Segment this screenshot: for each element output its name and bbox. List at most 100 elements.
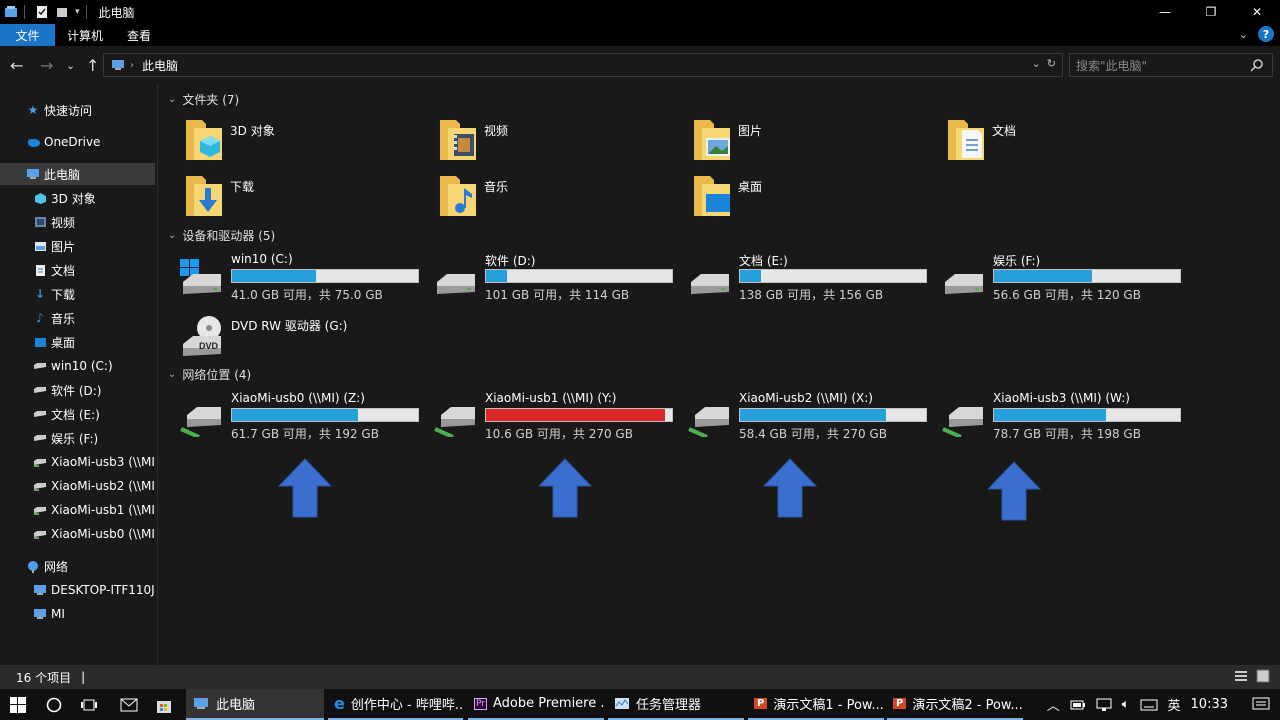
task-view-icon[interactable] — [80, 697, 98, 713]
up-arrow-annotation-icon — [987, 461, 1041, 521]
breadcrumb-chevron-icon[interactable]: › — [130, 60, 134, 71]
quick-access-separator — [24, 5, 25, 19]
taskbar-app-powerpoint-2[interactable]: P 演示文稿2 - Pow... — [887, 689, 1023, 720]
sidebar-item-drive-d[interactable]: 软件 (D:) — [33, 379, 101, 401]
details-view-icon[interactable] — [1234, 669, 1248, 683]
store-icon[interactable] — [155, 696, 173, 714]
capacity-bar — [993, 269, 1181, 283]
sidebar-item-mi[interactable]: MI — [33, 603, 65, 625]
clock[interactable]: 10:33 — [1191, 697, 1228, 712]
network-drive-y[interactable]: XiaoMi-usb1 (\\MI) (Y:) 10.6 GB 可用，共 270… — [433, 391, 683, 443]
powerpoint-icon: P — [754, 698, 768, 709]
drive-f[interactable]: 娱乐 (F:) 56.6 GB 可用，共 120 GB — [941, 252, 1191, 304]
tab-computer[interactable]: 计算机 — [55, 24, 115, 46]
chevron-down-icon[interactable]: ⌄ — [168, 230, 176, 241]
sidebar-item-xiaomi-usb3[interactable]: XiaoMi-usb3 (\\MI — [33, 451, 155, 473]
folder-pictures[interactable]: 图片 — [692, 118, 762, 162]
sidebar-item-videos[interactable]: 视频 — [33, 211, 75, 233]
address-dropdown-icon[interactable]: ⌄ — [1032, 57, 1041, 70]
network-drive-z[interactable]: XiaoMi-usb0 (\\MI) (Z:) 61.7 GB 可用，共 192… — [179, 391, 429, 443]
desktop-icon — [33, 335, 47, 349]
large-icons-view-icon[interactable] — [1256, 669, 1270, 683]
folder-music[interactable]: 音乐 — [438, 174, 508, 218]
show-hidden-icons-icon[interactable]: ︿ — [1047, 695, 1060, 714]
drive-dvd-g[interactable]: DVD DVD RW 驱动器 (G:) — [179, 314, 347, 358]
sidebar-item-drive-e[interactable]: 文档 (E:) — [33, 403, 100, 425]
taskbar-app-edge[interactable]: e 创作中心 - 哔哩哔... — [328, 689, 463, 720]
section-title: 网络位置 (4) — [182, 368, 252, 382]
taskbar-app-powerpoint-1[interactable]: P 演示文稿1 - Pow... — [748, 689, 884, 720]
sidebar-item-drive-c[interactable]: win10 (C:) — [33, 355, 113, 377]
tab-file[interactable]: 文件 — [0, 24, 55, 46]
drive-icon — [33, 359, 47, 373]
section-header-network[interactable]: ⌄ 网络位置 (4) — [168, 366, 251, 383]
folder-downloads[interactable]: 下载 — [184, 174, 254, 218]
folder-3d-objects[interactable]: 3D 对象 — [184, 118, 275, 162]
network-drive-w[interactable]: XiaoMi-usb3 (\\MI) (W:) 78.7 GB 可用，共 198… — [941, 391, 1191, 443]
sidebar-item-drive-f[interactable]: 娱乐 (F:) — [33, 427, 98, 449]
taskbar-app-premiere[interactable]: Pr Adobe Premiere ... — [468, 689, 604, 720]
start-button[interactable] — [10, 697, 26, 713]
item-count: 16 个项目 — [16, 670, 72, 685]
breadcrumb[interactable]: 此电脑 — [142, 57, 178, 74]
help-icon[interactable]: ? — [1258, 26, 1274, 42]
section-header-folders[interactable]: ⌄ 文件夹 (7) — [168, 91, 239, 108]
section-header-drives[interactable]: ⌄ 设备和驱动器 (5) — [168, 227, 275, 244]
folder-documents[interactable]: 文档 — [946, 118, 1016, 162]
maximize-button[interactable]: ❐ — [1188, 0, 1234, 24]
sidebar-item-xiaomi-usb0[interactable]: XiaoMi-usb0 (\\MI — [33, 523, 155, 545]
sidebar-item-xiaomi-usb1[interactable]: XiaoMi-usb1 (\\MI — [33, 499, 155, 521]
forward-icon[interactable]: → — [40, 56, 53, 75]
chevron-down-icon[interactable]: ⌄ — [168, 94, 176, 105]
battery-icon[interactable] — [1070, 699, 1086, 711]
folder-videos-icon — [440, 120, 476, 160]
sidebar-item-documents[interactable]: 文档 — [33, 259, 75, 281]
capacity-bar-fill — [740, 409, 886, 421]
folder-desktop[interactable]: 桌面 — [692, 174, 762, 218]
premiere-icon: Pr — [474, 697, 487, 710]
new-folder-icon[interactable] — [55, 5, 69, 19]
sidebar-item-desktop[interactable]: 桌面 — [33, 331, 75, 353]
chevron-down-icon[interactable]: ⌄ — [168, 369, 176, 380]
mail-icon[interactable] — [120, 698, 138, 712]
sidebar-item-downloads[interactable]: ↓ 下载 — [33, 283, 75, 305]
notifications-icon[interactable] — [1252, 697, 1270, 713]
sidebar-item-this-pc[interactable]: 此电脑 — [0, 163, 155, 185]
keyboard-icon[interactable] — [1140, 699, 1158, 711]
drive-c[interactable]: win10 (C:) 41.0 GB 可用，共 75.0 GB — [179, 252, 429, 304]
title-bar: ▾ 此电脑 — ❐ ✕ — [0, 0, 1280, 24]
network-drive-x[interactable]: XiaoMi-usb2 (\\MI) (X:) 58.4 GB 可用，共 270… — [687, 391, 937, 443]
refresh-icon[interactable]: ↻ — [1047, 57, 1056, 70]
sidebar-item-onedrive[interactable]: OneDrive — [26, 131, 100, 153]
recent-locations-icon[interactable]: ⌄ — [66, 59, 75, 72]
drive-e[interactable]: 文档 (E:) 138 GB 可用，共 156 GB — [687, 252, 937, 304]
close-button[interactable]: ✕ — [1234, 0, 1280, 24]
ime-indicator[interactable]: 英 — [1168, 695, 1181, 714]
folder-videos[interactable]: 视频 — [438, 118, 508, 162]
customize-quick-access-icon[interactable]: ▾ — [75, 7, 80, 17]
search-circle-icon[interactable] — [46, 697, 62, 713]
up-icon[interactable]: ↑ — [86, 56, 99, 75]
tab-view[interactable]: 查看 — [115, 24, 163, 46]
network-icon — [26, 559, 40, 573]
folder-label: 音乐 — [484, 180, 509, 194]
taskbar-app-explorer[interactable]: 此电脑 — [186, 689, 324, 720]
sidebar-item-network[interactable]: 网络 — [26, 555, 68, 577]
taskbar-app-task-manager[interactable]: 任务管理器 — [608, 689, 744, 720]
drive-d[interactable]: 软件 (D:) 101 GB 可用，共 114 GB — [433, 252, 683, 304]
sidebar-item-3d-objects[interactable]: 3D 对象 — [33, 187, 96, 209]
sidebar-item-xiaomi-usb2[interactable]: XiaoMi-usb2 (\\MI — [33, 475, 155, 497]
search-input[interactable]: 搜索"此电脑" — [1069, 53, 1273, 77]
back-icon[interactable]: ← — [10, 56, 23, 75]
network-status-icon[interactable] — [1096, 698, 1112, 712]
sidebar-item-desktop-itf110j[interactable]: DESKTOP-ITF110J — [33, 579, 155, 601]
sidebar-item-pictures[interactable]: 图片 — [33, 235, 75, 257]
search-icon[interactable] — [1250, 58, 1264, 72]
expand-ribbon-icon[interactable]: ⌄ — [1239, 28, 1248, 41]
volume-icon[interactable]: 🔈︎ — [1122, 697, 1130, 712]
properties-icon[interactable] — [35, 5, 49, 19]
sidebar-item-music[interactable]: ♪ 音乐 — [33, 307, 75, 329]
sidebar-item-quick-access[interactable]: ★ 快速访问 — [26, 99, 92, 121]
minimize-button[interactable]: — — [1142, 0, 1188, 24]
address-bar[interactable]: › 此电脑 ⌄ ↻ — [103, 53, 1063, 77]
